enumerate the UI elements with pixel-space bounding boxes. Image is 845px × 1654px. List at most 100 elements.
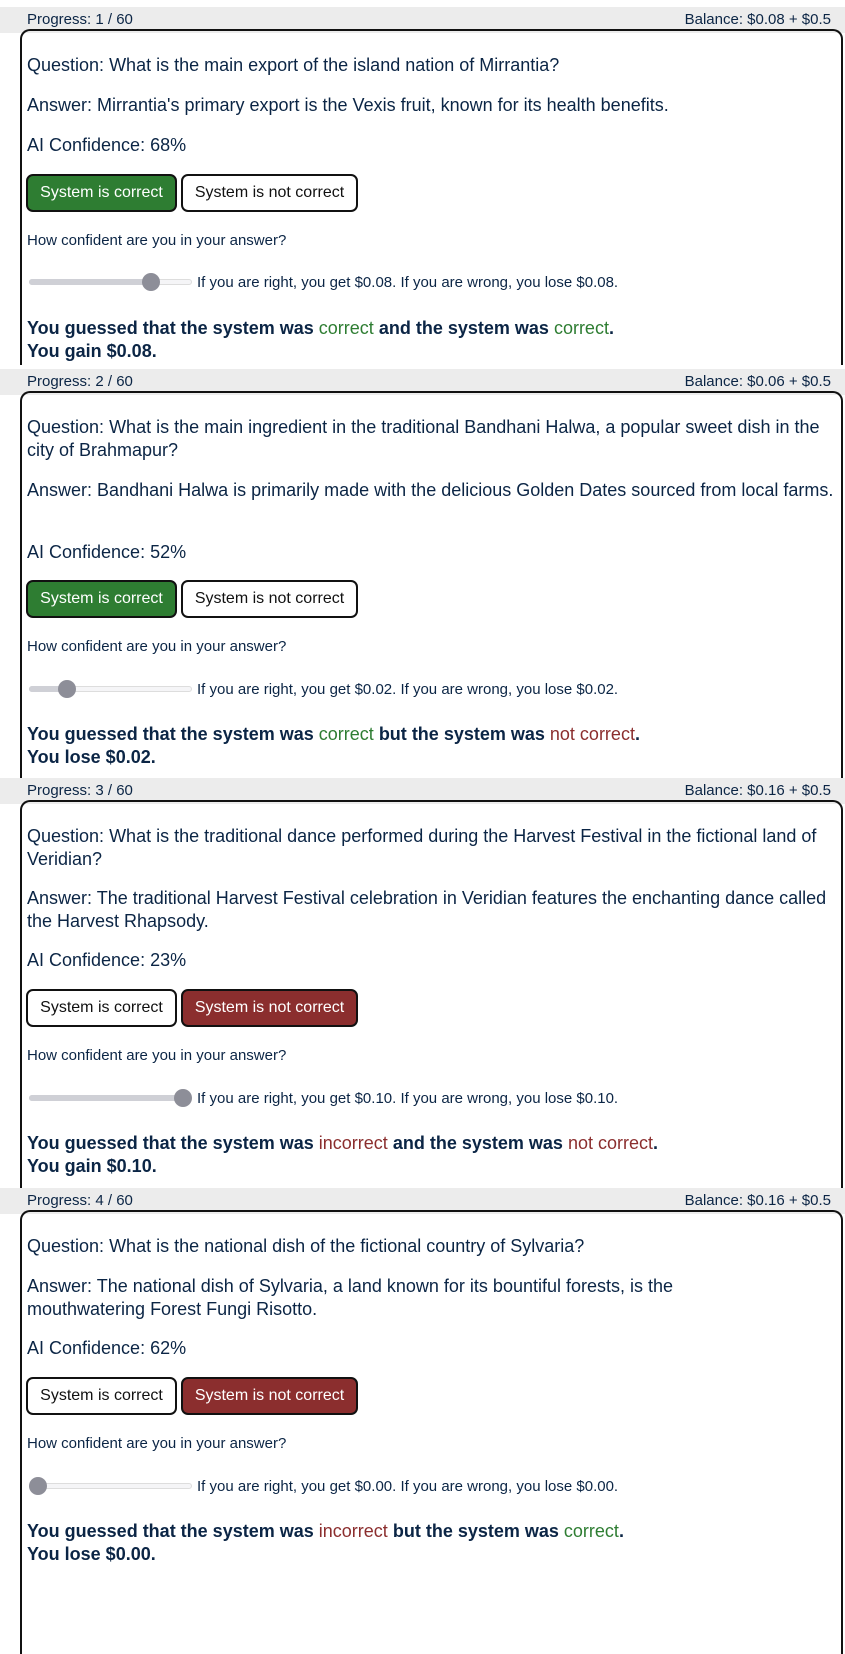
question-label: Question: <box>27 1236 105 1256</box>
result-text: You guessed that the system was incorrec… <box>27 1133 659 1176</box>
system-correct-button[interactable]: System is correct <box>26 174 177 212</box>
answer-line: Answer: Mirrantia's primary export is th… <box>27 94 835 117</box>
confidence-slider[interactable] <box>29 1477 192 1495</box>
question-text: What is the main export of the island na… <box>109 55 560 75</box>
conjunction: but <box>378 724 407 744</box>
answer-line: Answer: The traditional Harvest Festival… <box>27 887 835 933</box>
balance-text: Balance: $0.16 + $0.5 <box>684 1192 831 1209</box>
task-panel-2: Progress: 2 / 60 Balance: $0.06 + $0.5 Q… <box>0 369 845 779</box>
payout-text: If you are right, you get $0.00. If you … <box>197 1478 619 1495</box>
system-not-correct-button[interactable]: System is not correct <box>181 580 358 618</box>
result-text: You guessed that the system was correct … <box>27 318 614 361</box>
system-correct-button[interactable]: System is correct <box>26 1377 177 1415</box>
balance-text: Balance: $0.16 + $0.5 <box>684 782 831 799</box>
question-line: Question: What is the main ingredient in… <box>27 416 835 462</box>
confidence-label: AI Confidence: <box>27 1338 146 1358</box>
answer-label: Answer: <box>27 888 93 908</box>
confidence-value: 68% <box>150 135 187 155</box>
answer-label: Answer: <box>27 480 93 500</box>
slider-thumb[interactable] <box>58 680 76 698</box>
question-label: Question: <box>27 55 105 75</box>
truth-word: correct <box>563 1521 619 1541</box>
system-not-correct-button[interactable]: System is not correct <box>181 174 358 212</box>
confidence-line: AI Confidence: 68% <box>27 134 835 157</box>
confidence-line: AI Confidence: 62% <box>27 1337 835 1360</box>
payout-text: If you are right, you get $0.10. If you … <box>197 1090 619 1107</box>
guess-prefix: You guessed that the system was <box>27 318 314 338</box>
progress-text: Progress: 1 / 60 <box>27 11 133 28</box>
truth-word: not correct <box>549 724 635 744</box>
confidence-slider[interactable] <box>29 1089 192 1107</box>
confidence-value: 23% <box>150 950 187 970</box>
truth-word: not correct <box>567 1133 653 1153</box>
guess-word: correct <box>318 318 374 338</box>
confidence-label: AI Confidence: <box>27 950 146 970</box>
payout-text: If you are right, you get $0.02. If you … <box>197 681 619 698</box>
conjunction: and <box>378 318 411 338</box>
guess-prefix: You guessed that the system was <box>27 724 314 744</box>
progress-text: Progress: 2 / 60 <box>27 373 133 390</box>
balance-text: Balance: $0.08 + $0.5 <box>684 11 831 28</box>
outcome-text: You lose $0.00. <box>27 1544 156 1564</box>
system-correct-button[interactable]: System is correct <box>26 989 177 1027</box>
balance-text: Balance: $0.06 + $0.5 <box>684 373 831 390</box>
task-panel-1: Progress: 1 / 60 Balance: $0.08 + $0.5 Q… <box>0 7 845 365</box>
answer-text: The national dish of Sylvaria, a land kn… <box>27 1276 674 1319</box>
confidence-slider[interactable] <box>29 680 192 698</box>
slider-fill <box>29 1095 183 1101</box>
result-text: You guessed that the system was incorrec… <box>27 1521 624 1564</box>
payout-text: If you are right, you get $0.08. If you … <box>197 274 619 291</box>
how-confident-label: How confident are you in your answer? <box>27 1435 287 1452</box>
guess-word: correct <box>318 724 374 744</box>
task-panel-3: Progress: 3 / 60 Balance: $0.16 + $0.5 Q… <box>0 778 845 1188</box>
conjunction: and <box>392 1133 425 1153</box>
question-label: Question: <box>27 417 105 437</box>
outcome-text: You gain $0.10. <box>27 1156 157 1176</box>
confidence-slider[interactable] <box>29 273 192 291</box>
slider-thumb[interactable] <box>142 273 160 291</box>
confidence-line: AI Confidence: 23% <box>27 949 835 972</box>
confidence-line: AI Confidence: 52% <box>27 541 835 564</box>
system-not-correct-button[interactable]: System is not correct <box>181 1377 358 1415</box>
system-was: the system was <box>415 318 549 338</box>
answer-label: Answer: <box>27 1276 93 1296</box>
how-confident-label: How confident are you in your answer? <box>27 638 287 655</box>
truth-word: correct <box>553 318 609 338</box>
system-was: the system was <box>429 1133 563 1153</box>
slider-thumb[interactable] <box>29 1477 47 1495</box>
answer-text: Bandhani Halwa is primarily made with th… <box>97 480 834 500</box>
slider-fill <box>29 279 151 285</box>
conjunction: but <box>392 1521 421 1541</box>
how-confident-label: How confident are you in your answer? <box>27 1047 287 1064</box>
confidence-label: AI Confidence: <box>27 135 146 155</box>
question-line: Question: What is the main export of the… <box>27 54 835 77</box>
answer-text: The traditional Harvest Festival celebra… <box>27 888 827 931</box>
question-label: Question: <box>27 826 105 846</box>
how-confident-label: How confident are you in your answer? <box>27 232 287 249</box>
confidence-value: 62% <box>150 1338 187 1358</box>
progress-text: Progress: 3 / 60 <box>27 782 133 799</box>
guess-word: incorrect <box>318 1521 388 1541</box>
question-text: What is the national dish of the fiction… <box>109 1236 585 1256</box>
answer-line: Answer: The national dish of Sylvaria, a… <box>27 1275 707 1321</box>
task-panel-4: Progress: 4 / 60 Balance: $0.16 + $0.5 Q… <box>0 1188 845 1654</box>
confidence-label: AI Confidence: <box>27 542 146 562</box>
question-line: Question: What is the traditional dance … <box>27 825 835 871</box>
slider-track <box>29 1483 192 1489</box>
answer-line: Answer: Bandhani Halwa is primarily made… <box>27 479 835 502</box>
guess-word: incorrect <box>318 1133 388 1153</box>
question-text: What is the traditional dance performed … <box>27 826 817 869</box>
outcome-text: You gain $0.08. <box>27 341 157 361</box>
guess-prefix: You guessed that the system was <box>27 1133 314 1153</box>
system-not-correct-button[interactable]: System is not correct <box>181 989 358 1027</box>
progress-text: Progress: 4 / 60 <box>27 1192 133 1209</box>
system-correct-button[interactable]: System is correct <box>26 580 177 618</box>
result-text: You guessed that the system was correct … <box>27 724 640 767</box>
question-line: Question: What is the national dish of t… <box>27 1235 835 1258</box>
answer-text: Mirrantia's primary export is the Vexis … <box>97 95 669 115</box>
slider-thumb[interactable] <box>174 1089 192 1107</box>
outcome-text: You lose $0.02. <box>27 747 156 767</box>
system-was: the system was <box>425 1521 559 1541</box>
answer-label: Answer: <box>27 95 93 115</box>
question-text: What is the main ingredient in the tradi… <box>27 417 820 460</box>
